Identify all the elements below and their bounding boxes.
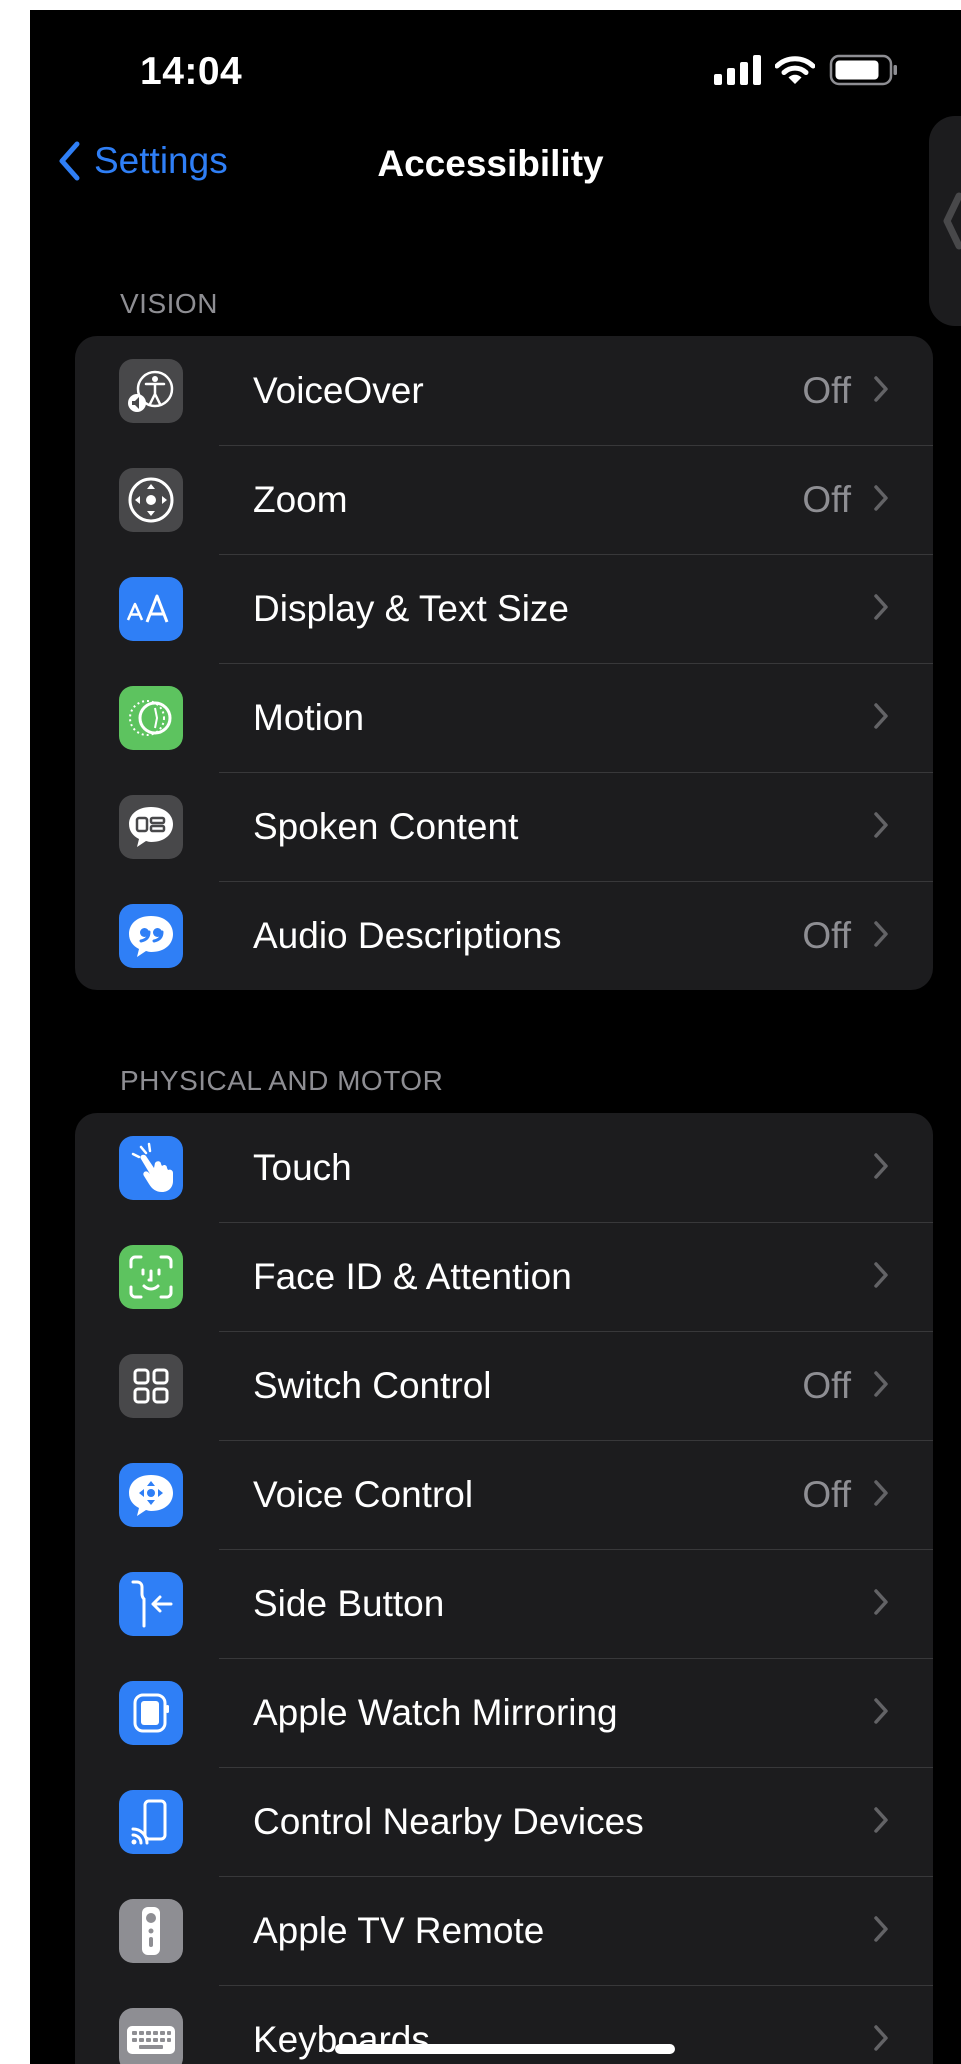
- voice-control-value: Off: [802, 1473, 851, 1515]
- voice-control-label: Voice Control: [253, 1473, 474, 1515]
- chevron-right-icon: [874, 376, 888, 402]
- chevron-right-icon: [874, 703, 888, 729]
- display-text-size-row[interactable]: Display & Text Size: [75, 554, 933, 663]
- zoom-icon: [119, 468, 183, 532]
- battery-icon: [829, 54, 897, 86]
- voice-control-row[interactable]: Voice Control Off: [75, 1440, 933, 1549]
- chevron-right-icon: [874, 1262, 888, 1288]
- chevron-right-icon: [874, 485, 888, 511]
- section-header-vision: VISION: [120, 288, 218, 319]
- apple-tv-remote-icon: [119, 1899, 183, 1963]
- apple-watch-mirroring-icon: [119, 1681, 183, 1745]
- status-icons: [714, 52, 899, 88]
- spoken-content-label: Spoken Content: [253, 805, 519, 847]
- switch-control-value: Off: [802, 1364, 851, 1406]
- chevron-right-icon: [874, 1807, 888, 1833]
- zoom-value: Off: [802, 478, 851, 520]
- face-id-icon: [119, 1245, 183, 1309]
- apple-watch-mirroring-row[interactable]: Apple Watch Mirroring: [75, 1658, 933, 1767]
- chevron-right-icon: [874, 594, 888, 620]
- chevron-right-icon: [874, 1698, 888, 1724]
- voiceover-row[interactable]: VoiceOver Off: [75, 336, 933, 445]
- chevron-right-icon: [874, 1916, 888, 1942]
- side-pull-tab[interactable]: [929, 116, 961, 326]
- spoken-content-icon: [119, 795, 183, 859]
- wifi-icon: [775, 56, 815, 84]
- chevron-right-icon: [874, 812, 888, 838]
- switch-control-icon: [119, 1354, 183, 1418]
- touch-label: Touch: [253, 1146, 352, 1188]
- control-nearby-devices-icon: [119, 1790, 183, 1854]
- chevron-right-icon: [874, 1480, 888, 1506]
- side-button-label: Side Button: [253, 1582, 445, 1624]
- switch-control-row[interactable]: Switch Control Off: [75, 1331, 933, 1440]
- settings-group-vision: VoiceOver Off Zoom Off Display & Text Si…: [75, 336, 933, 990]
- keyboards-label: Keyboards: [253, 2018, 430, 2060]
- display-text-size-icon: [119, 577, 183, 641]
- settings-group-physical-and-motor: Touch Face ID & Attention Switch Control…: [75, 1113, 933, 2064]
- apple-tv-remote-row[interactable]: Apple TV Remote: [75, 1876, 933, 1985]
- face-id-label: Face ID & Attention: [253, 1255, 572, 1297]
- audio-descriptions-label: Audio Descriptions: [253, 914, 562, 956]
- voiceover-label: VoiceOver: [253, 369, 424, 411]
- touch-row[interactable]: Touch: [75, 1113, 933, 1222]
- motion-label: Motion: [253, 696, 365, 738]
- apple-watch-mirroring-label: Apple Watch Mirroring: [253, 1691, 618, 1733]
- chevron-right-icon: [874, 1589, 888, 1615]
- apple-tv-remote-label: Apple TV Remote: [253, 1909, 545, 1951]
- chevron-right-icon: [874, 921, 888, 947]
- face-id-row[interactable]: Face ID & Attention: [75, 1222, 933, 1331]
- chevron-right-icon: [874, 2025, 888, 2051]
- display-text-size-label: Display & Text Size: [253, 587, 569, 629]
- motion-row[interactable]: Motion: [75, 663, 933, 772]
- chevron-right-icon: [874, 1153, 888, 1179]
- status-time: 14:04: [140, 50, 243, 93]
- side-button-icon: [119, 1572, 183, 1636]
- chevron-left-icon: [943, 192, 961, 250]
- touch-icon: [119, 1136, 183, 1200]
- spoken-content-row[interactable]: Spoken Content: [75, 772, 933, 881]
- voiceover-icon: [119, 359, 183, 423]
- switch-control-label: Switch Control: [253, 1364, 492, 1406]
- voiceover-value: Off: [802, 369, 851, 411]
- cellular-signal-icon: [714, 55, 761, 85]
- control-nearby-devices-label: Control Nearby Devices: [253, 1800, 644, 1842]
- section-header-physical-and-motor: PHYSICAL AND MOTOR: [120, 1065, 444, 1096]
- phone-screen: 14:04 Settings Accessibility VISION Voic…: [30, 10, 961, 2064]
- side-button-row[interactable]: Side Button: [75, 1549, 933, 1658]
- zoom-label: Zoom: [253, 478, 348, 520]
- audio-descriptions-row[interactable]: Audio Descriptions Off: [75, 881, 933, 990]
- home-indicator[interactable]: [335, 2044, 675, 2054]
- page-title: Accessibility: [377, 143, 604, 184]
- chevron-right-icon: [874, 1371, 888, 1397]
- keyboard-icon: [119, 2008, 183, 2064]
- audio-descriptions-value: Off: [802, 914, 851, 956]
- control-nearby-devices-row[interactable]: Control Nearby Devices: [75, 1767, 933, 1876]
- audio-descriptions-icon: [119, 904, 183, 968]
- zoom-row[interactable]: Zoom Off: [75, 445, 933, 554]
- voice-control-icon: [119, 1463, 183, 1527]
- motion-icon: [119, 686, 183, 750]
